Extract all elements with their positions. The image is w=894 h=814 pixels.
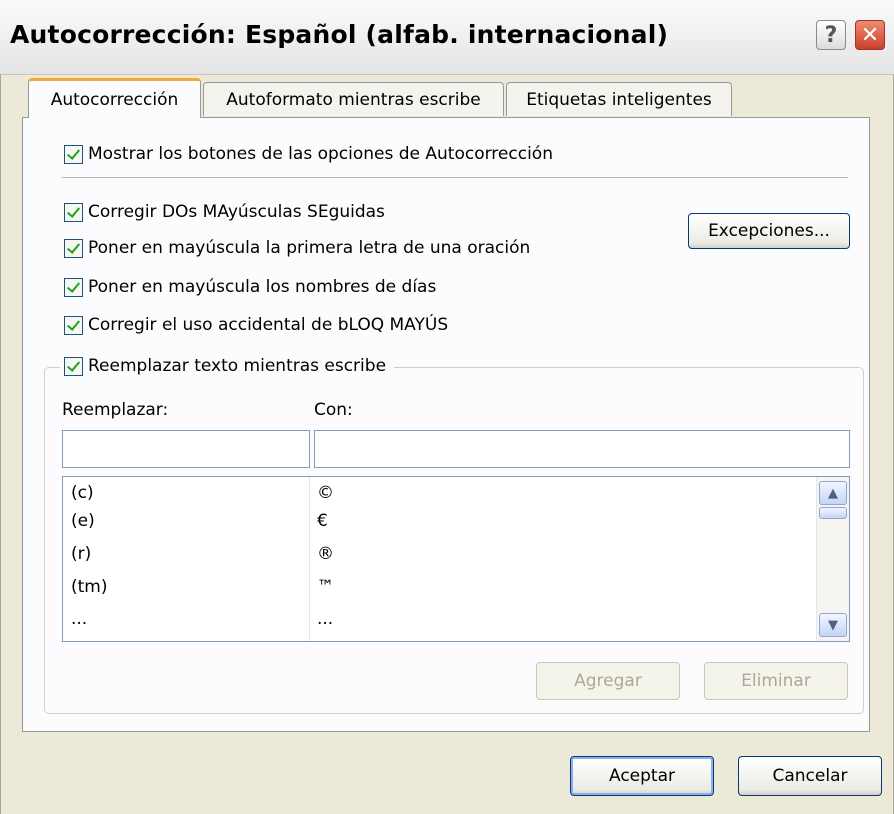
- replace-text-option[interactable]: Reemplazar texto mientras escribe: [60, 356, 395, 376]
- scroll-up-button[interactable]: ▲: [819, 481, 847, 505]
- capitalize-sentence-option[interactable]: Poner en mayúscula la primera letra de u…: [64, 238, 530, 258]
- entry-to: ™: [317, 577, 334, 597]
- replace-label: Reemplazar:: [62, 400, 169, 420]
- with-input[interactable]: [314, 430, 850, 468]
- scroll-down-button[interactable]: ▼: [819, 613, 847, 637]
- remove-button[interactable]: Eliminar: [704, 662, 848, 700]
- replace-input[interactable]: [62, 430, 310, 468]
- entry-from: (c): [71, 483, 94, 503]
- entry-from: (e): [71, 511, 95, 531]
- window-title: Autocorrección: Español (alfab. internac…: [10, 20, 669, 49]
- replace-text-checkbox[interactable]: [64, 356, 83, 376]
- tab-etiquetas[interactable]: Etiquetas inteligentes: [506, 82, 732, 116]
- close-button[interactable]: ✕: [855, 20, 885, 50]
- exceptions-button[interactable]: Excepciones...: [688, 213, 850, 249]
- tab-autocorreccion[interactable]: Autocorrección: [28, 78, 201, 118]
- add-button[interactable]: Agregar: [536, 662, 680, 700]
- show-buttons-label: Mostrar los botones de las opciones de A…: [88, 144, 553, 164]
- replacement-list[interactable]: (c) © (e) € (r) ® (tm) ™ ... ... ▲ ▼: [62, 476, 850, 642]
- capitalize-days-label: Poner en mayúscula los nombres de días: [88, 277, 437, 297]
- list-item[interactable]: (r) ®: [63, 540, 813, 570]
- caps-lock-checkbox[interactable]: [64, 315, 83, 335]
- chevron-up-icon: ▲: [828, 485, 838, 501]
- entry-from: ...: [71, 609, 88, 629]
- list-item[interactable]: (e) €: [63, 507, 813, 537]
- caps-lock-option[interactable]: Corregir el uso accidental de bLOQ MAYÚS: [64, 315, 448, 335]
- scroll-thumb[interactable]: [819, 507, 847, 519]
- list-item[interactable]: (tm) ™: [63, 573, 813, 603]
- capitalize-days-option[interactable]: Poner en mayúscula los nombres de días: [64, 277, 436, 297]
- entry-to: ®: [317, 544, 334, 564]
- capitalize-days-checkbox[interactable]: [64, 277, 83, 297]
- help-button[interactable]: ?: [816, 20, 846, 50]
- show-buttons-checkbox[interactable]: [64, 144, 83, 164]
- entry-to: €: [317, 511, 328, 531]
- entry-from: (r): [71, 544, 92, 564]
- two-initial-caps-label: Corregir DOs MAyúsculas SEguidas: [88, 202, 385, 222]
- tab-autoformato[interactable]: Autoformato mientras escribe: [203, 82, 504, 116]
- title-bar: Autocorrección: Español (alfab. internac…: [0, 0, 894, 75]
- capitalize-sentence-label: Poner en mayúscula la primera letra de u…: [88, 238, 531, 258]
- two-initial-caps-option[interactable]: Corregir DOs MAyúsculas SEguidas: [64, 202, 385, 222]
- chevron-down-icon: ▼: [828, 617, 838, 633]
- caps-lock-label: Corregir el uso accidental de bLOQ MAYÚS: [88, 315, 449, 335]
- capitalize-sentence-checkbox[interactable]: [64, 238, 83, 258]
- cancel-button[interactable]: Cancelar: [738, 756, 882, 796]
- entry-from: (tm): [71, 577, 108, 597]
- with-label: Con:: [314, 400, 353, 420]
- entry-to: ...: [317, 609, 334, 629]
- entry-to: ©: [317, 483, 334, 503]
- separator: [62, 177, 848, 178]
- list-item[interactable]: ... ...: [63, 605, 813, 635]
- two-initial-caps-checkbox[interactable]: [64, 202, 83, 222]
- show-buttons-option[interactable]: Mostrar los botones de las opciones de A…: [64, 144, 553, 164]
- list-item[interactable]: (c) ©: [63, 479, 813, 509]
- replace-text-label: Reemplazar texto mientras escribe: [88, 356, 387, 376]
- list-scrollbar[interactable]: ▲ ▼: [816, 477, 849, 641]
- ok-button[interactable]: Aceptar: [570, 756, 714, 796]
